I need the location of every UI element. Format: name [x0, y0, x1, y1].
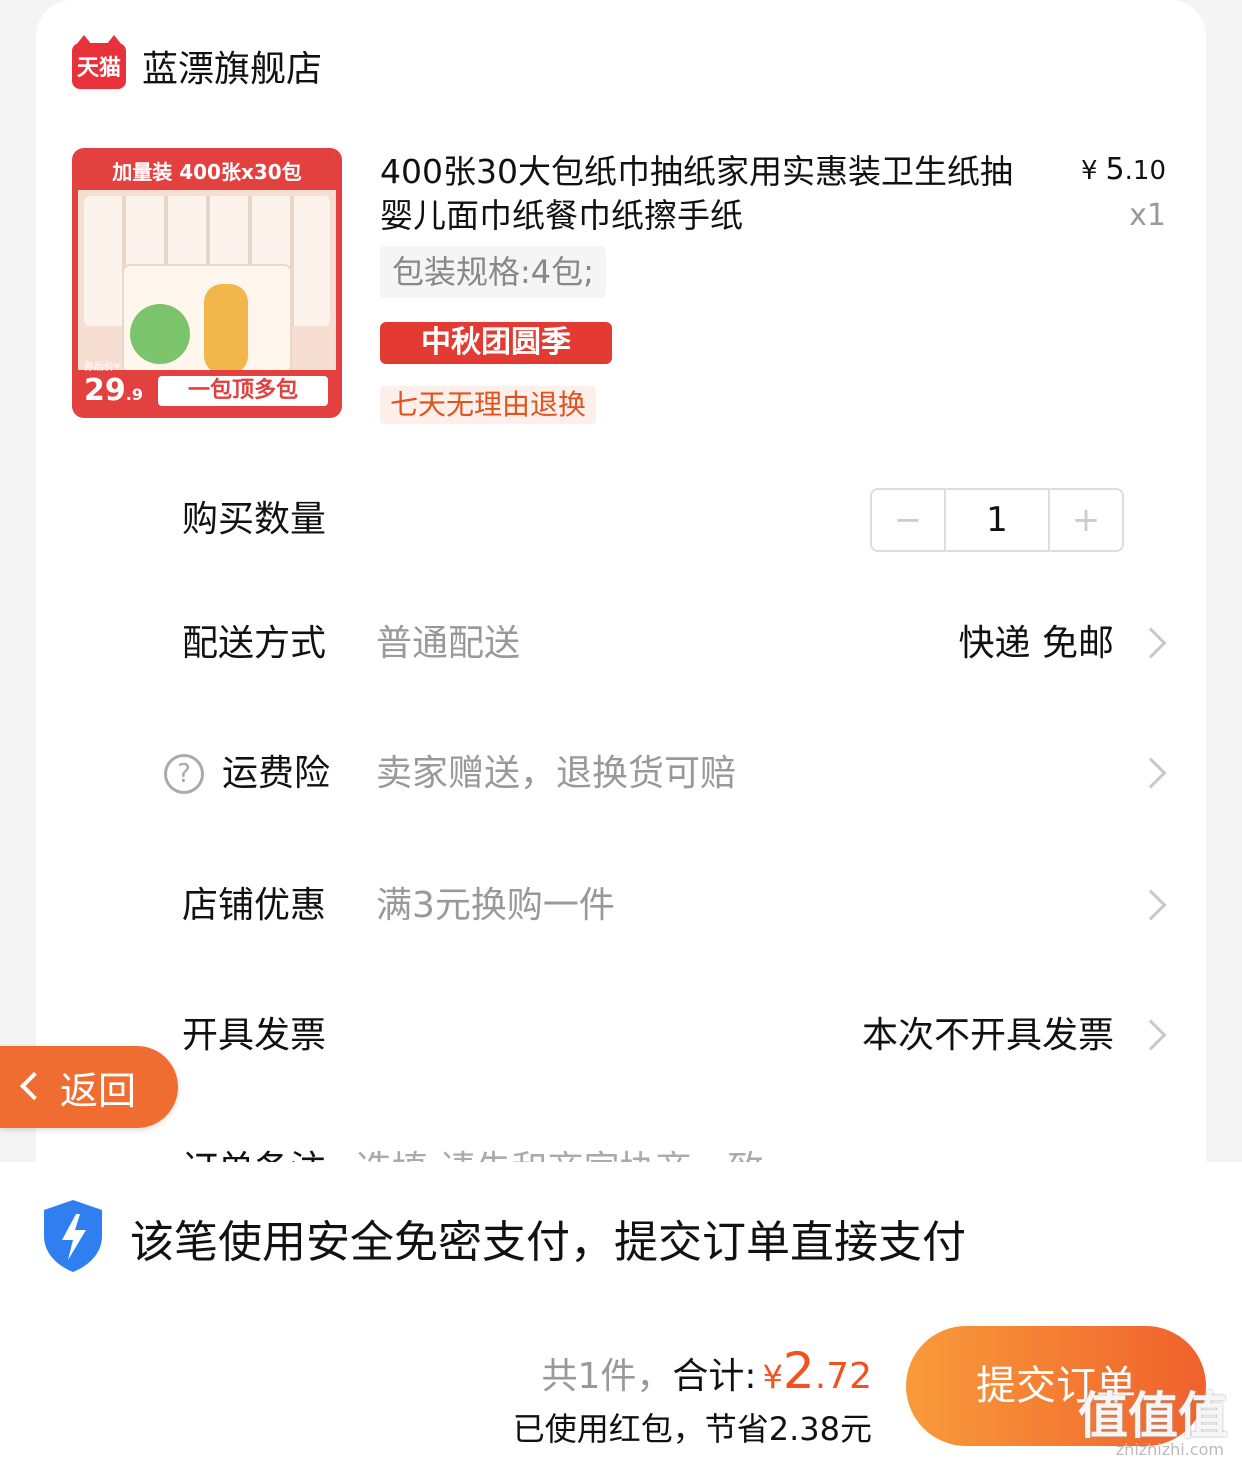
delivery-method: 快递 免邮	[958, 623, 1114, 664]
discount-value: 满3元换购一件	[376, 885, 615, 926]
order-total: 共1件，合计: ¥2.72	[542, 1342, 872, 1400]
quantity-label: 购买数量	[182, 499, 327, 540]
increment-button[interactable]: +	[1050, 490, 1122, 550]
tmall-logo: 天猫	[72, 35, 126, 89]
price-dec: .10	[1124, 156, 1166, 186]
product-title[interactable]: 400张30大包纸巾抽纸家用实惠装卫生纸抽婴儿面巾纸餐巾纸擦手纸	[380, 150, 1030, 238]
thumb-price-dec: .9	[125, 385, 143, 404]
spec-selector[interactable]: 包装规格:4包;	[380, 246, 606, 298]
order-card: 天猫 蓝漂旗舰店 加量装 400张x30包 券后价¥ 29.9 一包顶多包 40…	[36, 0, 1206, 1200]
back-label: 返回	[60, 1068, 137, 1113]
chevron-right-icon	[1135, 889, 1167, 921]
chevron-right-icon	[1135, 1019, 1167, 1051]
quantity-mark: x1	[1129, 198, 1166, 233]
shop-discount-row[interactable]: 店铺优惠 满3元换购一件	[36, 876, 1206, 936]
saving-text: 已使用红包，节省2.38元	[512, 1410, 872, 1448]
total-dec: .72	[814, 1356, 872, 1397]
chevron-left-icon	[19, 1071, 49, 1101]
chevron-right-icon	[1135, 627, 1167, 659]
invoice-row[interactable]: 开具发票 本次不开具发票	[36, 1006, 1206, 1066]
shield-icon	[44, 1200, 102, 1272]
insurance-value: 卖家赠送，退换货可赔	[376, 753, 737, 794]
price-currency: ¥	[1081, 156, 1098, 186]
shop-header[interactable]: 天猫 蓝漂旗舰店	[72, 35, 322, 92]
invoice-value: 本次不开具发票	[861, 1015, 1114, 1056]
total-label: 合计:	[672, 1356, 757, 1397]
product-price: ¥5.10	[1081, 152, 1166, 187]
giraffe-illustration	[204, 284, 248, 374]
return-policy-tag: 七天无理由退换	[380, 386, 597, 424]
thumb-price-label: 券后价¥	[84, 362, 121, 373]
price-int: 5	[1105, 152, 1125, 187]
total-currency: ¥	[762, 1358, 783, 1396]
decrement-button[interactable]: −	[872, 490, 944, 550]
shipping-insurance-row[interactable]: ? 运费险 卖家赠送，退换货可赔	[36, 744, 1206, 804]
product-thumbnail[interactable]: 加量装 400张x30包 券后价¥ 29.9 一包顶多包	[72, 148, 342, 418]
total-int: 2	[782, 1342, 815, 1400]
delivery-label: 配送方式	[182, 623, 327, 664]
thumb-price-int: 29	[84, 373, 126, 408]
watermark-url: zhizhizhi.com	[1115, 1440, 1224, 1459]
item-count: 共1件，	[541, 1356, 673, 1397]
discount-label: 店铺优惠	[182, 885, 327, 926]
thumb-banner: 加量装 400张x30包	[78, 154, 336, 190]
insurance-label: 运费险	[222, 753, 331, 794]
quantity-stepper[interactable]: − 1 +	[870, 488, 1124, 552]
elephant-illustration	[130, 304, 190, 364]
promo-tag: 中秋团圆季	[380, 322, 612, 364]
secure-payment-text: 该笔使用安全免密支付，提交订单直接支付	[130, 1217, 966, 1268]
shop-name[interactable]: 蓝漂旗舰店	[142, 40, 322, 92]
delivery-value: 普通配送	[376, 623, 521, 664]
invoice-label: 开具发票	[182, 1015, 327, 1056]
chevron-right-icon	[1135, 757, 1167, 789]
thumb-price: 券后价¥ 29.9	[84, 358, 143, 408]
back-button[interactable]: 返回	[0, 1046, 178, 1128]
delivery-row[interactable]: 配送方式 普通配送 快递 免邮	[36, 614, 1206, 674]
quantity-value[interactable]: 1	[944, 490, 1050, 550]
help-icon[interactable]: ?	[164, 754, 204, 794]
thumb-slogan: 一包顶多包	[158, 376, 328, 406]
watermark-logo: 值值值	[1078, 1387, 1228, 1445]
